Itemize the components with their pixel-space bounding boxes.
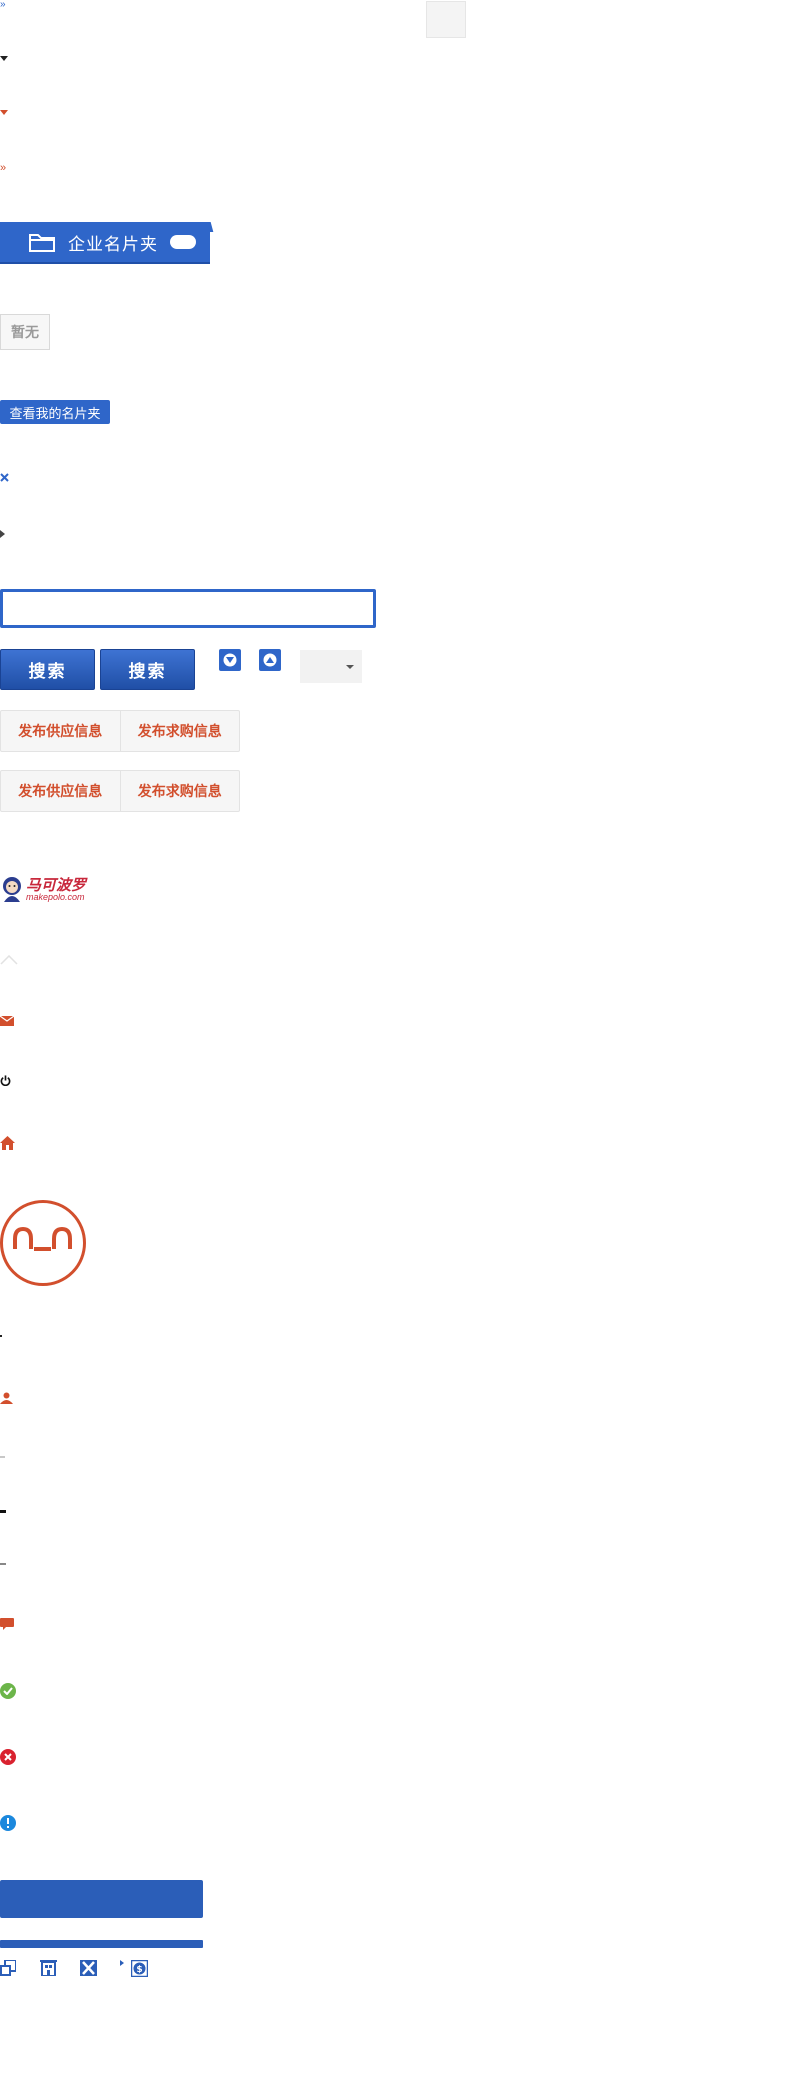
makepolo-logo[interactable]: 马可波罗 makepolo.com xyxy=(0,875,86,905)
home-icon[interactable] xyxy=(0,1136,15,1150)
publish-supply-button[interactable]: 发布供应信息 xyxy=(1,771,120,811)
publish-purchase-button[interactable]: 发布求购信息 xyxy=(119,711,240,751)
check-circle-icon xyxy=(0,1683,16,1699)
search-button-primary[interactable]: 搜索 xyxy=(0,649,95,690)
folder-toggle[interactable] xyxy=(170,235,196,249)
logo-portrait-icon xyxy=(3,877,21,902)
top-placeholder-panel xyxy=(426,1,466,38)
chat-icon[interactable] xyxy=(0,1618,14,1631)
view-my-card-folder-button[interactable]: 查看我的名片夹 xyxy=(0,400,110,424)
mail-icon[interactable] xyxy=(0,1016,14,1026)
caret-right-icon xyxy=(0,530,5,538)
blue-action-bar[interactable] xyxy=(0,1880,203,1918)
publish-button-group-1: 发布供应信息 发布求购信息 xyxy=(0,710,240,752)
dash-light-icon xyxy=(0,1456,5,1458)
blue-divider-bar xyxy=(0,1940,203,1948)
folder-icon xyxy=(29,234,55,252)
dropdown-select[interactable] xyxy=(300,650,362,683)
smile-face-icon xyxy=(13,1226,72,1251)
chevron-down-icon xyxy=(346,665,354,669)
dash-dark-icon xyxy=(0,1510,6,1513)
caret-down-dark-icon xyxy=(0,56,8,61)
search-button-secondary[interactable]: 搜索 xyxy=(100,649,195,690)
logo-name-en: makepolo.com xyxy=(26,892,85,902)
caret-right-small-icon xyxy=(120,1960,124,1966)
empty-notice: 暂无 xyxy=(0,314,50,350)
arrow-down-icon xyxy=(223,653,237,667)
user-icon xyxy=(0,1392,13,1404)
publish-supply-button[interactable]: 发布供应信息 xyxy=(1,711,120,751)
cross-box-icon[interactable] xyxy=(80,1960,97,1976)
caret-down-red-icon xyxy=(0,110,8,115)
empty-face-illustration xyxy=(0,1200,86,1286)
building-icon[interactable] xyxy=(40,1960,57,1976)
arrow-down-button[interactable] xyxy=(219,649,241,671)
double-chevron-right-blue-icon: » xyxy=(0,0,6,10)
bullet-dot-icon xyxy=(0,1335,2,1337)
share-icon[interactable] xyxy=(0,1960,16,1976)
dash-gray-icon xyxy=(0,1563,6,1565)
chevron-up-light-icon[interactable] xyxy=(0,955,18,965)
logo-name-cn: 马可波罗 xyxy=(26,877,87,894)
publish-button-group-2: 发布供应信息 发布求购信息 xyxy=(0,770,240,812)
dollar-icon[interactable]: $ xyxy=(131,1960,148,1977)
error-circle-icon xyxy=(0,1749,16,1765)
arrow-up-button[interactable] xyxy=(259,649,281,671)
search-input[interactable] xyxy=(0,589,376,628)
svg-text:$: $ xyxy=(136,1965,142,1975)
arrow-up-icon xyxy=(263,653,277,667)
power-icon[interactable] xyxy=(0,1075,11,1086)
folder-label: 企业名片夹 xyxy=(68,234,158,254)
close-icon[interactable] xyxy=(0,473,9,482)
enterprise-card-folder-bar[interactable]: 企业名片夹 xyxy=(0,222,210,262)
double-chevron-right-red-icon: » xyxy=(0,162,7,174)
info-circle-icon xyxy=(0,1815,16,1831)
publish-purchase-button[interactable]: 发布求购信息 xyxy=(119,771,240,811)
